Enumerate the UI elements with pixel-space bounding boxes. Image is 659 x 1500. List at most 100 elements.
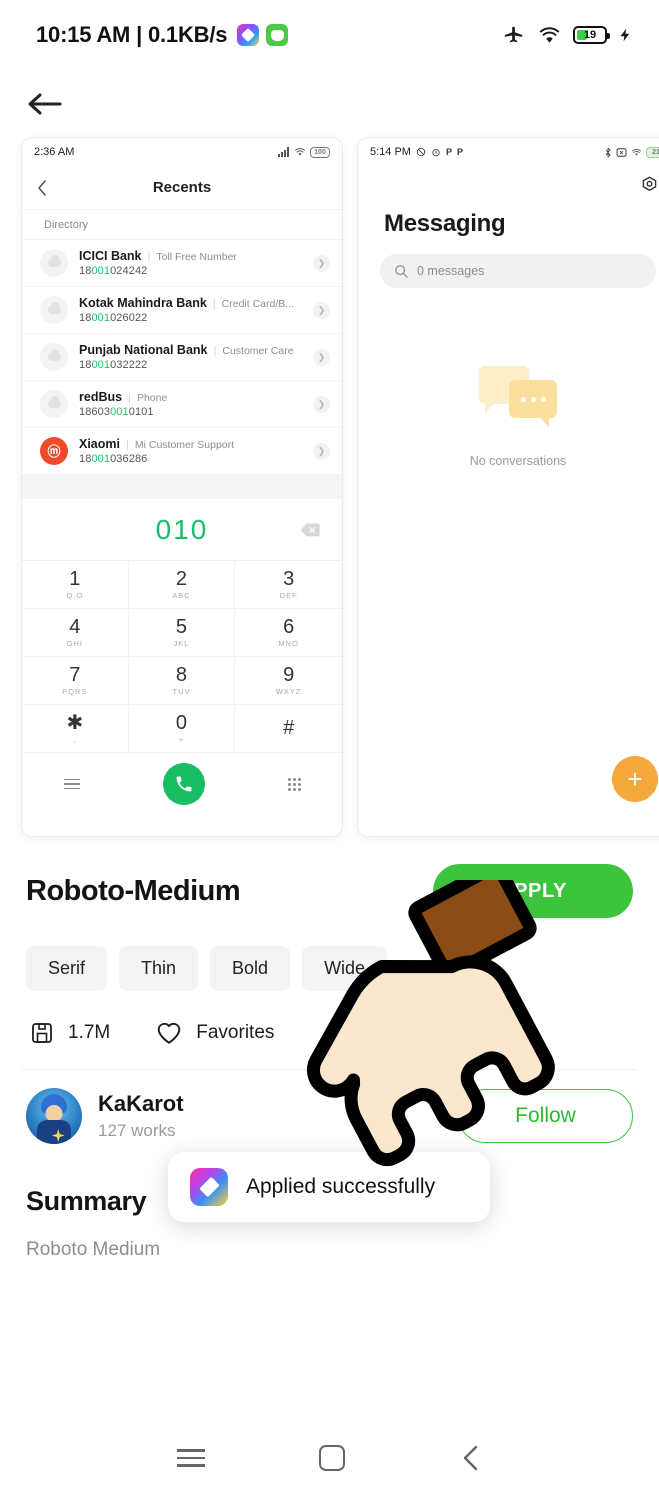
keypad-digit: # — [283, 716, 295, 739]
contact-tag: Credit Card/B... — [221, 298, 295, 310]
home-icon[interactable] — [319, 1445, 346, 1471]
contact-row[interactable]: Kotak Mahindra Bank | Credit Card/B... 1800… — [22, 287, 342, 334]
keypad-key[interactable]: 1 Q,O — [22, 561, 129, 609]
system-status-bar: 10:15 AM | 0.1KB/s 19 — [0, 0, 659, 70]
back-icon[interactable] — [460, 1444, 482, 1472]
number-highlight: 001 — [91, 312, 111, 324]
font-tag-list[interactable]: Serif Thin Bold Wide — [0, 918, 659, 991]
cloud-avatar-icon — [47, 349, 61, 361]
number-highlight: 001 — [91, 359, 111, 371]
follow-button[interactable]: Follow — [458, 1089, 633, 1143]
keypad-key[interactable]: ✱, — [22, 705, 129, 753]
messaging-preview-toolbar[interactable] — [358, 166, 659, 204]
contact-separator: | — [128, 392, 131, 404]
number-prefix: 18 — [79, 312, 92, 324]
heart-icon — [157, 1022, 181, 1044]
toast-notification: Applied successfully — [168, 1152, 490, 1222]
font-tag[interactable]: Bold — [210, 946, 291, 991]
dialer-keypad[interactable]: 1 Q,O 2 ABC 3 DEF 4 GHI 5 JKL 6 MNO 7 PQRS 8 TUV 9 WXYZ ✱,… — [22, 561, 342, 753]
contact-info: Kotak Mahindra Bank | Credit Card/B... 1800… — [79, 296, 302, 324]
keypad-icon[interactable] — [287, 777, 301, 791]
keypad-letters: JKL — [173, 639, 190, 648]
keypad-key[interactable]: 2 ABC — [128, 561, 236, 609]
status-bar-right: 19 — [502, 24, 633, 46]
font-tag[interactable]: Wide — [302, 946, 388, 991]
android-navigation-bar[interactable] — [0, 1416, 659, 1500]
keypad-key[interactable]: 6 MNO — [235, 609, 342, 657]
recents-icon[interactable] — [177, 1449, 206, 1467]
summary-body: Roboto Medium — [26, 1239, 161, 1260]
chevron-right-icon[interactable]: ❯ — [313, 395, 330, 413]
chevron-right-icon[interactable]: ❯ — [313, 348, 330, 366]
messaging-preview-title: Messaging — [384, 210, 506, 237]
author-name: KaKarot — [98, 1091, 184, 1116]
keypad-key[interactable]: 0 + — [128, 705, 236, 753]
contact-separator: | — [126, 439, 129, 451]
cloud-avatar-icon — [47, 255, 61, 267]
favorites-action[interactable]: Favorites — [156, 1021, 274, 1045]
contact-info: Punjab National Bank | Customer Care 180010… — [79, 343, 302, 371]
contact-tag: Customer Care — [222, 345, 294, 357]
chevron-left-icon[interactable] — [36, 179, 48, 197]
battery-percent-label: 19 — [583, 29, 597, 41]
back-arrow-icon[interactable] — [26, 89, 66, 119]
contact-info: Xiaomi | Mi Customer Support 18001036286 — [79, 437, 302, 465]
font-tag[interactable]: Serif — [26, 946, 108, 991]
mute-icon — [416, 147, 426, 157]
dialer-preview-card[interactable]: 2:36 AM 100 Recents Directory ICICI Bank… — [22, 138, 342, 836]
number-highlight: 001 — [91, 265, 111, 277]
status-notification-icons — [237, 24, 289, 46]
keypad-digit: 7 — [69, 664, 81, 686]
apply-button[interactable]: APPLY — [433, 864, 633, 918]
call-button[interactable] — [162, 763, 205, 805]
dialer-preview-title: Recents — [152, 179, 212, 196]
keypad-key[interactable]: 9 WXYZ — [235, 657, 342, 705]
font-preview-carousel[interactable]: 2:36 AM 100 Recents Directory ICICI Bank… — [0, 138, 659, 838]
vibrate-icon — [616, 147, 627, 157]
keypad-letters: + — [178, 735, 185, 744]
dialer-list-gap — [22, 475, 342, 499]
dialer-contact-list[interactable]: ICICI Bank | Toll Free Number 18001024242 ❯ K… — [22, 240, 342, 475]
theme-app-icon — [190, 1168, 228, 1206]
avatar[interactable] — [26, 1088, 82, 1144]
chevron-right-icon[interactable]: ❯ — [313, 442, 330, 460]
download-count: 1.7M — [30, 1021, 110, 1045]
keypad-key[interactable]: # — [235, 705, 342, 753]
contact-row[interactable]: redBus | Phone 186030010101 ❯ — [22, 381, 342, 428]
new-message-fab[interactable]: + — [612, 756, 658, 802]
settings-gear-icon[interactable] — [639, 175, 659, 196]
keypad-key[interactable]: 5 JKL — [128, 609, 236, 657]
font-name-title: Roboto-Medium — [26, 874, 241, 907]
messaging-search-placeholder: 0 messages — [417, 264, 485, 278]
author-info[interactable]: KaKarot 127 works — [26, 1088, 184, 1144]
keypad-digit: 5 — [175, 616, 188, 638]
menu-icon[interactable] — [63, 778, 80, 790]
keypad-key[interactable]: 4 GHI — [22, 609, 129, 657]
keypad-key[interactable]: 8 TUV — [128, 657, 236, 705]
dialer-number-display: 010 — [22, 499, 342, 561]
font-tag[interactable]: Thin — [119, 946, 199, 991]
contact-separator: | — [212, 298, 216, 310]
contact-name: Kotak Mahindra Bank — [79, 296, 207, 310]
author-row: KaKarot 127 works Follow — [0, 1070, 659, 1144]
contact-row[interactable]: Punjab National Bank | Customer Care 180010… — [22, 334, 342, 381]
contact-info: redBus | Phone 186030010101 — [79, 390, 302, 418]
dialer-directory-label: Directory — [22, 210, 342, 240]
dialer-action-row[interactable] — [22, 753, 342, 815]
chevron-right-icon[interactable]: ❯ — [313, 301, 330, 319]
messaging-search-field[interactable]: 0 messages — [380, 254, 656, 288]
contact-row[interactable]: ⓜ Xiaomi | Mi Customer Support 18001036286 ❯ — [22, 428, 342, 475]
messaging-preview-card[interactable]: 5:14 PM P P 21 Messaging 0 messages No c… — [358, 138, 659, 836]
contact-row[interactable]: ICICI Bank | Toll Free Number 18001024242 ❯ — [22, 240, 342, 287]
keypad-key[interactable]: 7 PQRS — [22, 657, 129, 705]
chevron-right-icon[interactable]: ❯ — [313, 254, 330, 272]
number-highlight: 001 — [110, 406, 129, 418]
backspace-icon[interactable] — [300, 522, 320, 537]
battery-indicator: 19 — [573, 26, 610, 44]
contact-avatar — [40, 343, 68, 371]
contact-number: 18001032222 — [79, 359, 302, 371]
cloud-avatar-icon — [47, 302, 61, 314]
number-suffix: 036286 — [110, 453, 148, 465]
mi-logo-icon: ⓜ — [47, 443, 61, 459]
keypad-key[interactable]: 3 DEF — [235, 561, 342, 609]
